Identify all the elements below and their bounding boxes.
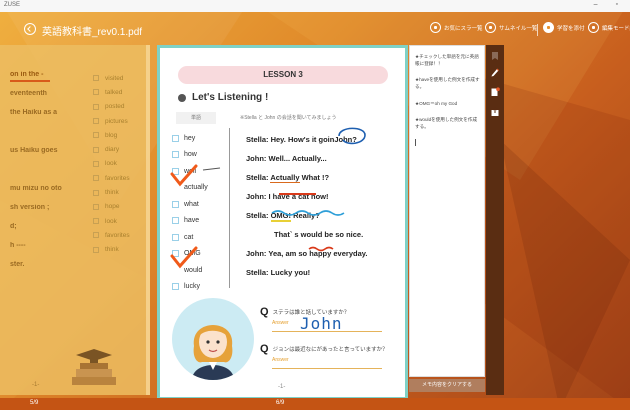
status-bar: 5/9 6/9 bbox=[0, 398, 630, 410]
word-checkbox[interactable] bbox=[172, 134, 179, 142]
memo-item: ★チェックした単語を元に英語帳に登録！！ bbox=[415, 54, 479, 66]
checkbox[interactable] bbox=[93, 146, 99, 153]
dialog-line: Stella: Actually What !? bbox=[246, 173, 330, 183]
back-icon[interactable] bbox=[24, 23, 36, 35]
books-illustration bbox=[72, 349, 116, 385]
word-checkbox[interactable] bbox=[172, 233, 179, 241]
side-toolbar bbox=[486, 45, 504, 395]
word-checkbox[interactable] bbox=[172, 267, 179, 274]
text-cursor bbox=[415, 139, 416, 146]
word-item: hey bbox=[172, 130, 208, 147]
checkbox[interactable] bbox=[93, 103, 99, 110]
edit-mode-icon bbox=[588, 22, 599, 33]
dialog-line: Stella: OMG! Really? bbox=[246, 211, 320, 222]
previous-page-text: on in the - eventeenth the Haiku as a us… bbox=[10, 71, 62, 268]
word-checkbox[interactable] bbox=[172, 184, 179, 191]
pen-icon[interactable] bbox=[490, 67, 500, 77]
window-titlebar: ZUSE – ▫ bbox=[0, 0, 630, 12]
dialog-line: That` s would be so nice. bbox=[274, 230, 364, 239]
dialog-line: Stella: Lucky you! bbox=[246, 268, 311, 277]
word-checkbox[interactable] bbox=[172, 250, 179, 258]
checkbox[interactable] bbox=[93, 175, 99, 182]
document-title: 英語教科書_rev0.1.pdf bbox=[42, 27, 143, 38]
checkbox[interactable] bbox=[93, 160, 99, 167]
export-icon[interactable] bbox=[490, 107, 500, 117]
window-controls[interactable]: – ▫ bbox=[594, 1, 626, 8]
clear-memo-button[interactable]: メモ内容をクリアする bbox=[409, 379, 485, 392]
bookmark-list-icon bbox=[430, 22, 441, 33]
current-page[interactable]: LESSON 3 Let's Listening ! 単語 ※Stella と … bbox=[157, 45, 408, 400]
instruction-text: ※Stella と John の会話を聞いてみましょう bbox=[240, 115, 337, 121]
exit-edit-mode-button[interactable]: 編集モード終 bbox=[588, 22, 630, 33]
word-item: would bbox=[172, 262, 208, 279]
memo-panel[interactable]: ★チェックした単語を元に英語帳に登録！！ ★haveを使用した例文を作成する。 … bbox=[409, 45, 485, 377]
word-item: have bbox=[172, 213, 208, 230]
bookmark-icon[interactable] bbox=[490, 51, 500, 61]
word-item: cat bbox=[172, 229, 208, 246]
memo-item: ★OMG＝oh my God bbox=[415, 100, 458, 106]
note-add-icon[interactable] bbox=[490, 87, 500, 97]
previous-page-word-list: visited talked posted pictures blog diar… bbox=[93, 71, 130, 257]
word-list: hey how well actually what have cat OMG … bbox=[172, 130, 208, 295]
dialog-line: John: Well... Actually... bbox=[246, 154, 327, 163]
word-column-header: 単語 bbox=[176, 112, 216, 124]
left-page-indicator: 5/9 bbox=[30, 400, 39, 406]
word-checkbox[interactable] bbox=[172, 167, 179, 175]
page-number: -1- bbox=[278, 384, 286, 390]
dialog-line: John: Yea, am so happy everyday. bbox=[246, 249, 368, 258]
word-item: lucky bbox=[172, 279, 208, 296]
girl-illustration bbox=[172, 298, 254, 380]
checkbox[interactable] bbox=[93, 203, 99, 210]
word-item: how bbox=[172, 147, 208, 164]
word-item: well bbox=[172, 163, 208, 180]
marker-underline bbox=[10, 80, 50, 82]
dialog-line: John: I have a cat now! bbox=[246, 192, 329, 201]
thumbnail-list-button[interactable]: サムネイル一覧 bbox=[485, 22, 537, 33]
toolbar-divider bbox=[537, 24, 538, 36]
word-checkbox[interactable] bbox=[172, 217, 179, 225]
previous-page[interactable]: on in the - eventeenth the Haiku as a us… bbox=[0, 45, 150, 395]
memo-item: ★wouldを使用した例文を作成する。 bbox=[415, 117, 478, 129]
word-checkbox[interactable] bbox=[172, 200, 179, 208]
checkbox[interactable] bbox=[93, 232, 99, 239]
column-divider bbox=[229, 128, 230, 288]
bullet-icon bbox=[178, 93, 186, 102]
app-name: ZUSE bbox=[4, 2, 21, 8]
check-circle-icon bbox=[543, 22, 554, 33]
lesson-heading: LESSON 3 bbox=[178, 66, 388, 84]
current-page-indicator: 6/9 bbox=[276, 400, 285, 406]
dialog-line: Stella: Hey. How's it goinJohn? bbox=[246, 135, 357, 144]
app-bar: 英語教科書_rev0.1.pdf お気にスラ一覧 サムネイル一覧 学習を添付 編… bbox=[0, 12, 630, 46]
checkbox[interactable] bbox=[93, 189, 99, 196]
checkbox[interactable] bbox=[93, 246, 99, 253]
handwritten-answer: John bbox=[300, 314, 343, 333]
checkbox[interactable] bbox=[93, 118, 99, 125]
previous-page-number: -1- bbox=[32, 382, 40, 388]
question-2: Q ジョンは最近なにがあったと言っていますか？ bbox=[260, 343, 388, 355]
checkbox[interactable] bbox=[93, 89, 99, 96]
word-item: what bbox=[172, 196, 208, 213]
attach-learning-button[interactable]: 学習を添付 bbox=[543, 22, 585, 33]
checkbox[interactable] bbox=[93, 75, 99, 82]
memo-item: ★haveを使用した例文を作成する。 bbox=[415, 77, 480, 89]
word-item: actually bbox=[172, 180, 208, 197]
word-item: OMG bbox=[172, 246, 208, 263]
thumbnail-icon bbox=[485, 22, 496, 33]
dialog-lines: Stella: Hey. How's it goinJohn? John: We… bbox=[246, 130, 367, 282]
bookmark-list-button[interactable]: お気にスラ一覧 bbox=[430, 22, 483, 33]
section-heading: Let's Listening ! bbox=[178, 92, 268, 103]
checkbox[interactable] bbox=[93, 132, 99, 139]
word-checkbox[interactable] bbox=[172, 283, 179, 291]
checkbox[interactable] bbox=[93, 218, 99, 225]
answer-2-field[interactable]: Answer bbox=[272, 357, 382, 369]
word-checkbox[interactable] bbox=[172, 151, 179, 159]
